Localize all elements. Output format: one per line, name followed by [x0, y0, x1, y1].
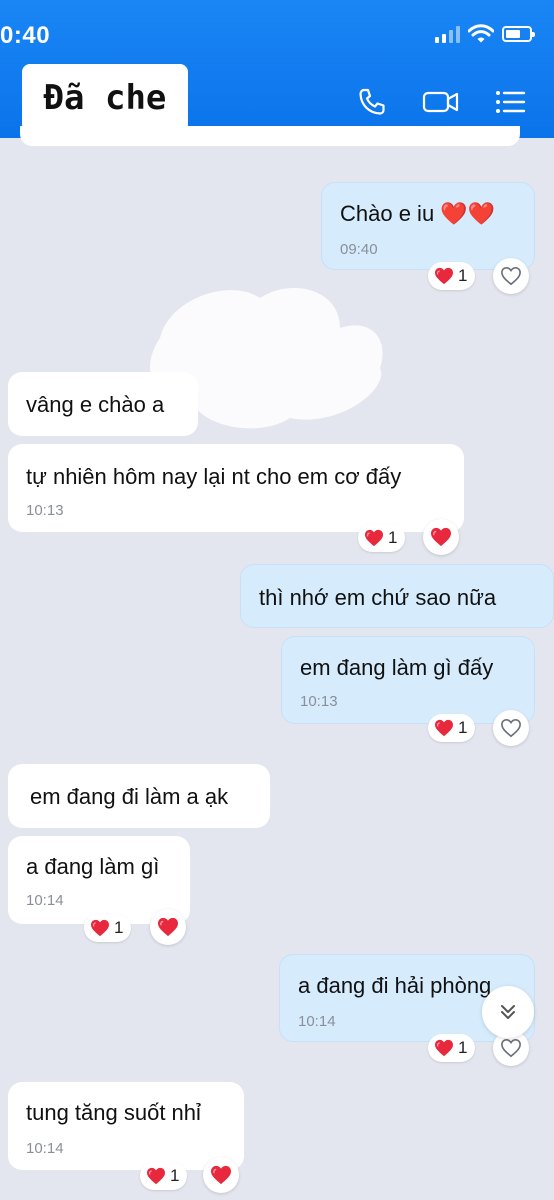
reaction-count: 1	[458, 1038, 468, 1057]
message-text: vâng e chào a	[26, 392, 165, 417]
heart-icon	[364, 529, 384, 547]
heart-icon	[157, 917, 179, 937]
message-time: 10:14	[26, 1140, 64, 1157]
react-button[interactable]	[423, 519, 459, 555]
heart-icon	[434, 1039, 454, 1057]
heart-icon	[430, 527, 452, 547]
react-button[interactable]	[150, 909, 186, 945]
message-time: 10:14	[298, 1013, 336, 1030]
message-text: a đang đi hải phòng	[298, 973, 492, 998]
reaction-chip[interactable]: 1	[358, 524, 406, 552]
message-time: 10:13	[26, 502, 64, 519]
heart-outline-icon	[500, 266, 522, 286]
message-text: tự nhiên hôm nay lại nt cho em cơ đấy	[26, 464, 402, 489]
message-bubble-received[interactable]: tự nhiên hôm nay lại nt cho em cơ đấy 10…	[8, 444, 464, 532]
message-bubble-received[interactable]: tung tăng suốt nhỉ 10:14	[8, 1082, 244, 1170]
phone-icon[interactable]	[356, 86, 388, 118]
reaction-chip[interactable]: 1	[140, 1162, 188, 1190]
status-time: 0:40	[0, 22, 51, 49]
message-bubble-sent[interactable]: em đang làm gì đấy 10:13	[281, 636, 535, 724]
menu-icon[interactable]	[494, 86, 526, 118]
heart-icon	[210, 1165, 232, 1185]
reaction-chip[interactable]: 1	[428, 1034, 476, 1062]
reaction-count: 1	[458, 266, 468, 285]
reaction-count: 1	[388, 528, 398, 547]
message-time: 10:14	[26, 892, 64, 909]
video-call-icon[interactable]	[422, 86, 460, 118]
wifi-icon	[468, 24, 494, 43]
heart-outline-icon	[500, 718, 522, 738]
message-text: Chào e iu ❤️❤️	[340, 201, 496, 226]
heart-outline-icon	[500, 1038, 522, 1058]
react-button[interactable]	[203, 1157, 239, 1193]
message-text: tung tăng suốt nhỉ	[26, 1100, 201, 1125]
chat-header: 0:40 Đã che	[0, 0, 554, 138]
message-bubble-sent[interactable]: thì nhớ em chứ sao nữa	[240, 564, 554, 628]
battery-icon	[502, 26, 535, 42]
scroll-to-bottom-button[interactable]	[482, 986, 534, 1038]
heart-icon	[146, 1167, 166, 1185]
status-icons	[435, 24, 535, 44]
chevron-double-down-icon	[501, 1005, 515, 1019]
reaction-chip[interactable]: 1	[428, 714, 476, 742]
message-text: em đang làm gì đấy	[300, 655, 494, 680]
signal-icon	[435, 25, 460, 43]
reaction-chip[interactable]: 1	[428, 262, 476, 290]
reaction-count: 1	[170, 1166, 180, 1185]
react-button[interactable]	[493, 710, 529, 746]
previous-message-bubble	[20, 126, 520, 146]
reaction-count: 1	[458, 718, 468, 737]
message-time: 09:40	[340, 241, 378, 258]
chat-title[interactable]: Đã che	[22, 64, 188, 132]
heart-icon	[434, 267, 454, 285]
message-list[interactable]: Chào e iu ❤️❤️ 09:40 1 vâng e chào a tự …	[0, 126, 554, 1200]
reaction-chip[interactable]: 1	[84, 914, 132, 942]
message-bubble-received[interactable]: vâng e chào a	[8, 372, 198, 436]
message-text: em đang đi làm a ạk	[30, 784, 229, 809]
message-time: 10:13	[300, 693, 338, 710]
heart-icon	[434, 719, 454, 737]
heart-icon	[90, 919, 110, 937]
react-button[interactable]	[493, 258, 529, 294]
message-bubble-received[interactable]: em đang đi làm a ạk	[8, 764, 270, 828]
message-bubble-sent[interactable]: Chào e iu ❤️❤️ 09:40	[321, 182, 535, 270]
message-text: a đang làm gì	[26, 854, 160, 879]
reaction-count: 1	[114, 918, 124, 937]
message-text: thì nhớ em chứ sao nữa	[259, 585, 497, 610]
